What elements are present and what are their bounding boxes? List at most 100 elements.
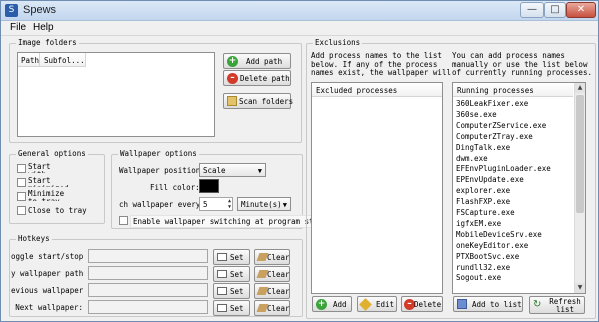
delete-exclusion-label: Delete bbox=[414, 300, 442, 309]
running-process-item[interactable]: FlashFXP.exe bbox=[456, 197, 510, 208]
scroll-thumb[interactable] bbox=[576, 95, 584, 213]
running-process-item[interactable]: explorer.exe bbox=[456, 186, 510, 197]
delete-path-button[interactable]: – Delete path bbox=[223, 70, 291, 86]
spinner-arrows-icon[interactable]: ▲ ▼ bbox=[228, 198, 231, 210]
running-process-item[interactable]: 360se.exe bbox=[456, 110, 497, 121]
exclusions-title: Exclusions bbox=[313, 38, 363, 47]
wallpaper-position-select[interactable]: Scale ▼ bbox=[199, 163, 266, 177]
scan-folders-button[interactable]: Scan folders bbox=[223, 93, 293, 109]
hotkey-clear-label: Clear bbox=[267, 253, 290, 262]
close-button[interactable]: ✕ bbox=[566, 2, 596, 18]
image-folders-list[interactable]: Path Subfol... bbox=[17, 52, 215, 137]
hotkey-clear-button[interactable]: Clear bbox=[254, 266, 290, 282]
exclusions-description-right: You can add process names manually or us… bbox=[452, 51, 592, 78]
running-process-item[interactable]: EFEnvPluginLoader.exe bbox=[456, 164, 551, 175]
hotkey-label: Next wallpaper: bbox=[15, 303, 83, 312]
start-with-windows-checkbox[interactable] bbox=[17, 164, 26, 173]
hotkey-set-button[interactable]: Set bbox=[213, 249, 250, 265]
running-process-item[interactable]: oneKeyEditor.exe bbox=[456, 241, 528, 252]
column-subfolders-label: Subfol... bbox=[44, 56, 85, 65]
excluded-processes-list[interactable]: Excluded processes bbox=[311, 82, 443, 294]
close-to-tray-label: Close to tray bbox=[28, 206, 87, 215]
refresh-list-button[interactable]: ↻ Refresh list bbox=[529, 296, 585, 314]
wallpaper-position-value: Scale bbox=[203, 166, 226, 175]
minimize-to-tray-label: Minimize to tray bbox=[28, 190, 65, 201]
refresh-icon: ↻ bbox=[533, 299, 542, 310]
add-to-list-button[interactable]: Add to list bbox=[453, 296, 523, 312]
hotkey-input[interactable] bbox=[88, 283, 208, 297]
hotkey-clear-label: Clear bbox=[267, 287, 290, 296]
running-processes-list[interactable]: Running processes 360LeakFixer.exe 360se.… bbox=[452, 82, 586, 294]
hotkey-clear-button[interactable]: Clear bbox=[254, 300, 290, 316]
menu-file[interactable]: File bbox=[10, 22, 26, 33]
running-process-item[interactable]: 360LeakFixer.exe bbox=[456, 99, 528, 110]
running-process-item[interactable]: dwm.exe bbox=[456, 154, 488, 165]
hotkey-set-button[interactable]: Set bbox=[213, 300, 250, 316]
enable-switching-checkbox[interactable] bbox=[119, 216, 128, 225]
hotkey-set-button[interactable]: Set bbox=[213, 266, 250, 282]
hotkey-set-label: Set bbox=[230, 253, 244, 262]
hotkey-set-label: Set bbox=[230, 287, 244, 296]
close-to-tray-checkbox[interactable] bbox=[17, 206, 26, 215]
switch-interval-value: 5 bbox=[203, 200, 208, 209]
column-path[interactable]: Path bbox=[18, 53, 40, 67]
running-processes-scrollbar[interactable]: ▲ ▼ bbox=[574, 83, 585, 293]
add-path-label: Add path bbox=[246, 57, 283, 66]
fill-color-swatch[interactable] bbox=[199, 179, 219, 193]
hotkey-set-button[interactable]: Set bbox=[213, 283, 250, 299]
image-folders-title: Image folders bbox=[16, 38, 79, 47]
hotkey-label: y wallpaper path: bbox=[11, 269, 83, 278]
running-process-item[interactable]: ComputerZTray.exe bbox=[456, 132, 533, 143]
switch-interval-input[interactable]: 5 ▲ ▼ bbox=[199, 197, 233, 211]
hotkey-input[interactable] bbox=[88, 249, 208, 263]
plus-icon: + bbox=[227, 56, 238, 67]
switch-unit-select[interactable]: Minute(s) ▼ bbox=[237, 197, 291, 211]
minimize-button[interactable]: — bbox=[520, 2, 544, 18]
minimize-to-tray-checkbox[interactable] bbox=[17, 192, 26, 201]
menu-separator bbox=[1, 35, 598, 36]
start-minimized-label: Start minimized bbox=[28, 177, 68, 187]
hotkey-input[interactable] bbox=[88, 266, 208, 280]
keyboard-icon bbox=[217, 304, 227, 312]
running-process-item[interactable]: igfxEM.exe bbox=[456, 219, 501, 230]
column-path-label: Path bbox=[21, 56, 40, 65]
hotkey-clear-button[interactable]: Clear bbox=[254, 249, 290, 265]
maximize-button[interactable]: □ bbox=[544, 2, 566, 18]
keyboard-icon bbox=[217, 270, 227, 278]
scroll-down-icon[interactable]: ▼ bbox=[575, 283, 585, 293]
running-process-item[interactable]: EPEnvUpdate.exe bbox=[456, 175, 524, 186]
exclusions-description-left: Add process names to the list below. If … bbox=[311, 51, 451, 78]
refresh-list-label: Refresh list bbox=[549, 297, 581, 314]
switch-unit-value: Minute(s) bbox=[241, 200, 282, 209]
hotkey-label: oggle start/stop: bbox=[11, 252, 83, 261]
add-path-button[interactable]: + Add path bbox=[223, 53, 291, 69]
minus-icon: – bbox=[227, 73, 238, 84]
hotkey-input[interactable] bbox=[88, 300, 208, 314]
switch-interval-label: ch wallpaper every: bbox=[119, 200, 205, 209]
wallpaper-position-label: Wallpaper position: bbox=[119, 166, 205, 175]
hotkey-clear-label: Clear bbox=[267, 270, 290, 279]
edit-exclusion-button[interactable]: Edit bbox=[357, 296, 397, 312]
running-process-item[interactable]: DingTalk.exe bbox=[456, 143, 510, 154]
hotkey-label: evious wallpaper: bbox=[11, 286, 83, 295]
running-process-item[interactable]: MobileDeviceSrv.exe bbox=[456, 230, 542, 241]
running-process-item[interactable]: FSCapture.exe bbox=[456, 208, 515, 219]
running-process-item[interactable]: PTXBootSvc.exe bbox=[456, 252, 519, 263]
hotkey-clear-button[interactable]: Clear bbox=[254, 283, 290, 299]
column-subfolders[interactable]: Subfol... bbox=[40, 53, 86, 67]
general-options-title: General options bbox=[16, 149, 88, 158]
add-exclusion-button[interactable]: + Add bbox=[312, 296, 352, 312]
running-process-item[interactable]: Sogout.exe bbox=[456, 273, 501, 284]
window-title: Spews bbox=[23, 4, 57, 16]
scroll-up-icon[interactable]: ▲ bbox=[575, 83, 585, 93]
delete-exclusion-button[interactable]: – Delete bbox=[401, 296, 443, 312]
start-minimized-checkbox[interactable] bbox=[17, 178, 26, 187]
keyboard-icon bbox=[217, 253, 227, 261]
desc-left-line-3: names exist, the wallpaper will bbox=[311, 68, 451, 77]
title-bar[interactable]: S Spews — □ ✕ bbox=[1, 1, 598, 21]
running-process-item[interactable]: rundll32.exe bbox=[456, 263, 510, 274]
menu-help[interactable]: Help bbox=[33, 22, 54, 33]
running-processes-header[interactable]: Running processes bbox=[453, 83, 573, 97]
running-process-item[interactable]: ComputerZService.exe bbox=[456, 121, 546, 132]
excluded-processes-header[interactable]: Excluded processes bbox=[312, 83, 442, 97]
